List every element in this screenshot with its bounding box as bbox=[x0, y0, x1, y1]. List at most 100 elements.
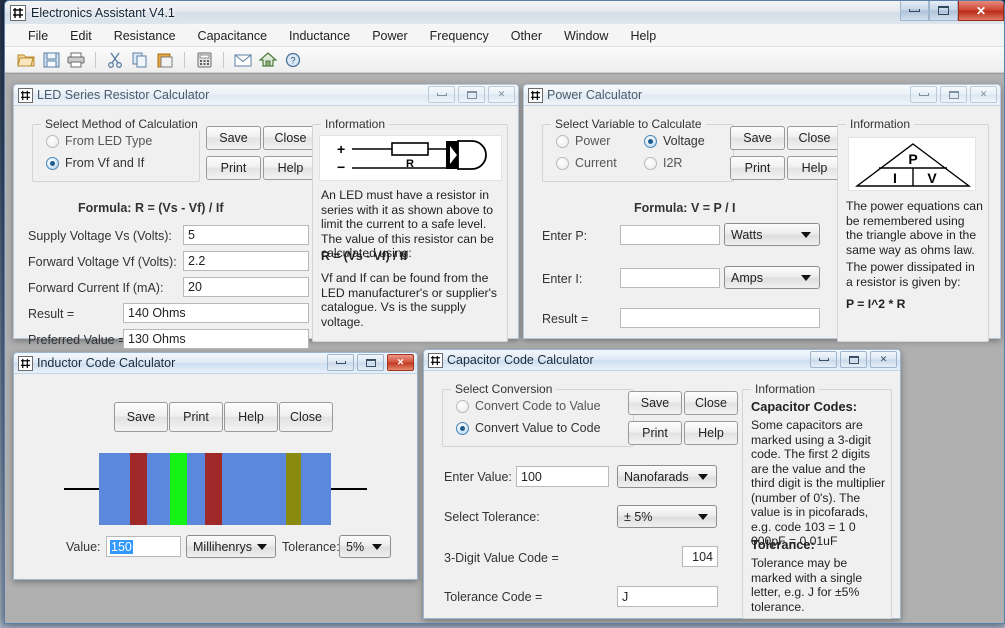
capacitor-unit-dropdown[interactable]: Nanofarads bbox=[617, 465, 717, 488]
radio-current[interactable]: Current bbox=[556, 156, 617, 170]
maximize-icon[interactable] bbox=[840, 351, 867, 368]
power-i-unit-dropdown[interactable]: Amps bbox=[724, 266, 820, 289]
menu-frequency[interactable]: Frequency bbox=[419, 26, 500, 46]
radio-button[interactable] bbox=[456, 399, 469, 413]
menu-window[interactable]: Window bbox=[553, 26, 619, 46]
minimize-icon[interactable] bbox=[900, 1, 929, 21]
radio-button[interactable] bbox=[644, 156, 657, 170]
capacitor-tolerance-dropdown[interactable]: ± 5% bbox=[617, 505, 717, 528]
inductor-save-button[interactable]: Save bbox=[114, 402, 168, 432]
radio-button[interactable] bbox=[556, 156, 569, 170]
radio-button[interactable] bbox=[644, 134, 657, 148]
maximize-icon[interactable] bbox=[940, 86, 967, 103]
minimize-icon[interactable] bbox=[910, 86, 937, 103]
home-icon[interactable] bbox=[257, 49, 279, 71]
radio-convert-code-to-value[interactable]: Convert Code to Value bbox=[456, 399, 601, 413]
menu-capacitance[interactable]: Capacitance bbox=[187, 26, 279, 46]
radio-from-vf-and-if[interactable]: From Vf and If bbox=[46, 156, 144, 170]
menu-help[interactable]: Help bbox=[619, 26, 667, 46]
menu-power[interactable]: Power bbox=[361, 26, 418, 46]
mail-icon[interactable] bbox=[232, 49, 254, 71]
power-print-button[interactable]: Print bbox=[730, 156, 785, 180]
help-icon[interactable]: ? bbox=[282, 49, 304, 71]
led-vs-input[interactable]: 5 bbox=[183, 225, 309, 245]
power-result-output bbox=[620, 308, 820, 328]
radio-button[interactable] bbox=[46, 156, 59, 170]
inductor-close-button[interactable]: Close bbox=[279, 402, 333, 432]
radio-label: Convert Value to Code bbox=[475, 421, 601, 435]
power-p-unit-dropdown[interactable]: Watts bbox=[724, 223, 820, 246]
radio-from-led-type[interactable]: From LED Type bbox=[46, 134, 152, 148]
maximize-icon[interactable] bbox=[357, 354, 384, 371]
save-icon[interactable] bbox=[40, 49, 62, 71]
minimize-icon[interactable] bbox=[428, 86, 455, 103]
led-window-titlebar[interactable]: LED Series Resistor Calculator ✕ bbox=[14, 85, 518, 106]
inductor-unit-dropdown[interactable]: Millihenrys bbox=[186, 535, 276, 558]
close-icon[interactable]: ✕ bbox=[488, 86, 515, 103]
capacitor-3digit-output: 104 bbox=[682, 546, 718, 567]
radio-button[interactable] bbox=[46, 134, 59, 148]
paste-icon[interactable] bbox=[154, 49, 176, 71]
capacitor-window-titlebar[interactable]: Capacitor Code Calculator ✕ bbox=[424, 350, 900, 371]
power-p-input[interactable] bbox=[620, 225, 720, 245]
close-icon[interactable]: ✕ bbox=[870, 351, 897, 368]
inductor-value-input[interactable]: 150 bbox=[106, 536, 181, 557]
inductor-value-text: 150 bbox=[110, 539, 133, 554]
copy-icon[interactable] bbox=[129, 49, 151, 71]
chevron-down-icon bbox=[372, 543, 382, 550]
inductor-window-titlebar[interactable]: Inductor Code Calculator ✕ bbox=[14, 353, 417, 374]
radio-voltage[interactable]: Voltage bbox=[644, 134, 705, 148]
led-help-button[interactable]: Help bbox=[263, 156, 318, 180]
minimize-icon[interactable] bbox=[327, 354, 354, 371]
power-i-unit-value: Amps bbox=[731, 270, 763, 285]
menu-inductance[interactable]: Inductance bbox=[278, 26, 361, 46]
minimize-icon[interactable] bbox=[810, 351, 837, 368]
svg-text:?: ? bbox=[290, 55, 295, 65]
close-icon[interactable]: ✕ bbox=[970, 86, 997, 103]
menu-resistance[interactable]: Resistance bbox=[103, 26, 187, 46]
radio-power[interactable]: Power bbox=[556, 134, 610, 148]
power-save-button[interactable]: Save bbox=[730, 126, 785, 150]
capacitor-print-button[interactable]: Print bbox=[628, 421, 682, 445]
led-if-input[interactable]: 20 bbox=[183, 277, 309, 297]
radio-i2r[interactable]: I2R bbox=[644, 156, 682, 170]
led-save-button[interactable]: Save bbox=[206, 126, 261, 150]
print-icon[interactable] bbox=[65, 49, 87, 71]
close-icon[interactable]: ✕ bbox=[387, 354, 414, 371]
power-i-input[interactable] bbox=[620, 268, 720, 288]
menu-file[interactable]: File bbox=[17, 26, 59, 46]
led-method-groupbox: Select Method of Calculation bbox=[32, 117, 202, 182]
led-series-resistor-calculator-window: LED Series Resistor Calculator ✕ Select … bbox=[13, 84, 519, 349]
cut-icon[interactable] bbox=[104, 49, 126, 71]
main-titlebar[interactable]: Electronics Assistant V4.1 ✕ bbox=[5, 1, 1004, 25]
led-vf-input[interactable]: 2.2 bbox=[183, 251, 309, 271]
radio-button[interactable] bbox=[556, 134, 569, 148]
toolbar-separator bbox=[95, 51, 96, 68]
calculator-icon[interactable] bbox=[193, 49, 215, 71]
inductor-help-button[interactable]: Help bbox=[224, 402, 278, 432]
capacitor-save-button[interactable]: Save bbox=[628, 391, 682, 415]
power-close-button[interactable]: Close bbox=[787, 126, 842, 150]
open-icon[interactable] bbox=[15, 49, 37, 71]
power-help-button[interactable]: Help bbox=[787, 156, 842, 180]
menu-other[interactable]: Other bbox=[500, 26, 553, 46]
capacitor-value-input[interactable]: 100 bbox=[516, 466, 609, 487]
led-result-label: Result = bbox=[28, 307, 75, 321]
capacitor-close-button[interactable]: Close bbox=[684, 391, 738, 415]
inductor-window-body: Save Print Help Close Value: 150 Millihe… bbox=[14, 374, 417, 579]
power-window-titlebar[interactable]: Power Calculator ✕ bbox=[524, 85, 1000, 106]
maximize-icon[interactable] bbox=[929, 1, 958, 21]
radio-convert-value-to-code[interactable]: Convert Value to Code bbox=[456, 421, 601, 435]
inductor-tolerance-dropdown[interactable]: 5% bbox=[339, 535, 391, 558]
menu-edit[interactable]: Edit bbox=[59, 26, 103, 46]
led-print-button[interactable]: Print bbox=[206, 156, 261, 180]
radio-button[interactable] bbox=[456, 421, 469, 435]
capacitor-tolerance-code-label: Tolerance Code = bbox=[444, 590, 543, 604]
led-method-group-title: Select Method of Calculation bbox=[41, 117, 202, 131]
power-variable-groupbox: Select Variable to Calculate bbox=[542, 117, 734, 182]
close-icon[interactable]: ✕ bbox=[958, 1, 1004, 21]
capacitor-help-button[interactable]: Help bbox=[684, 421, 738, 445]
maximize-icon[interactable] bbox=[458, 86, 485, 103]
inductor-print-button[interactable]: Print bbox=[169, 402, 223, 432]
led-close-button[interactable]: Close bbox=[263, 126, 318, 150]
